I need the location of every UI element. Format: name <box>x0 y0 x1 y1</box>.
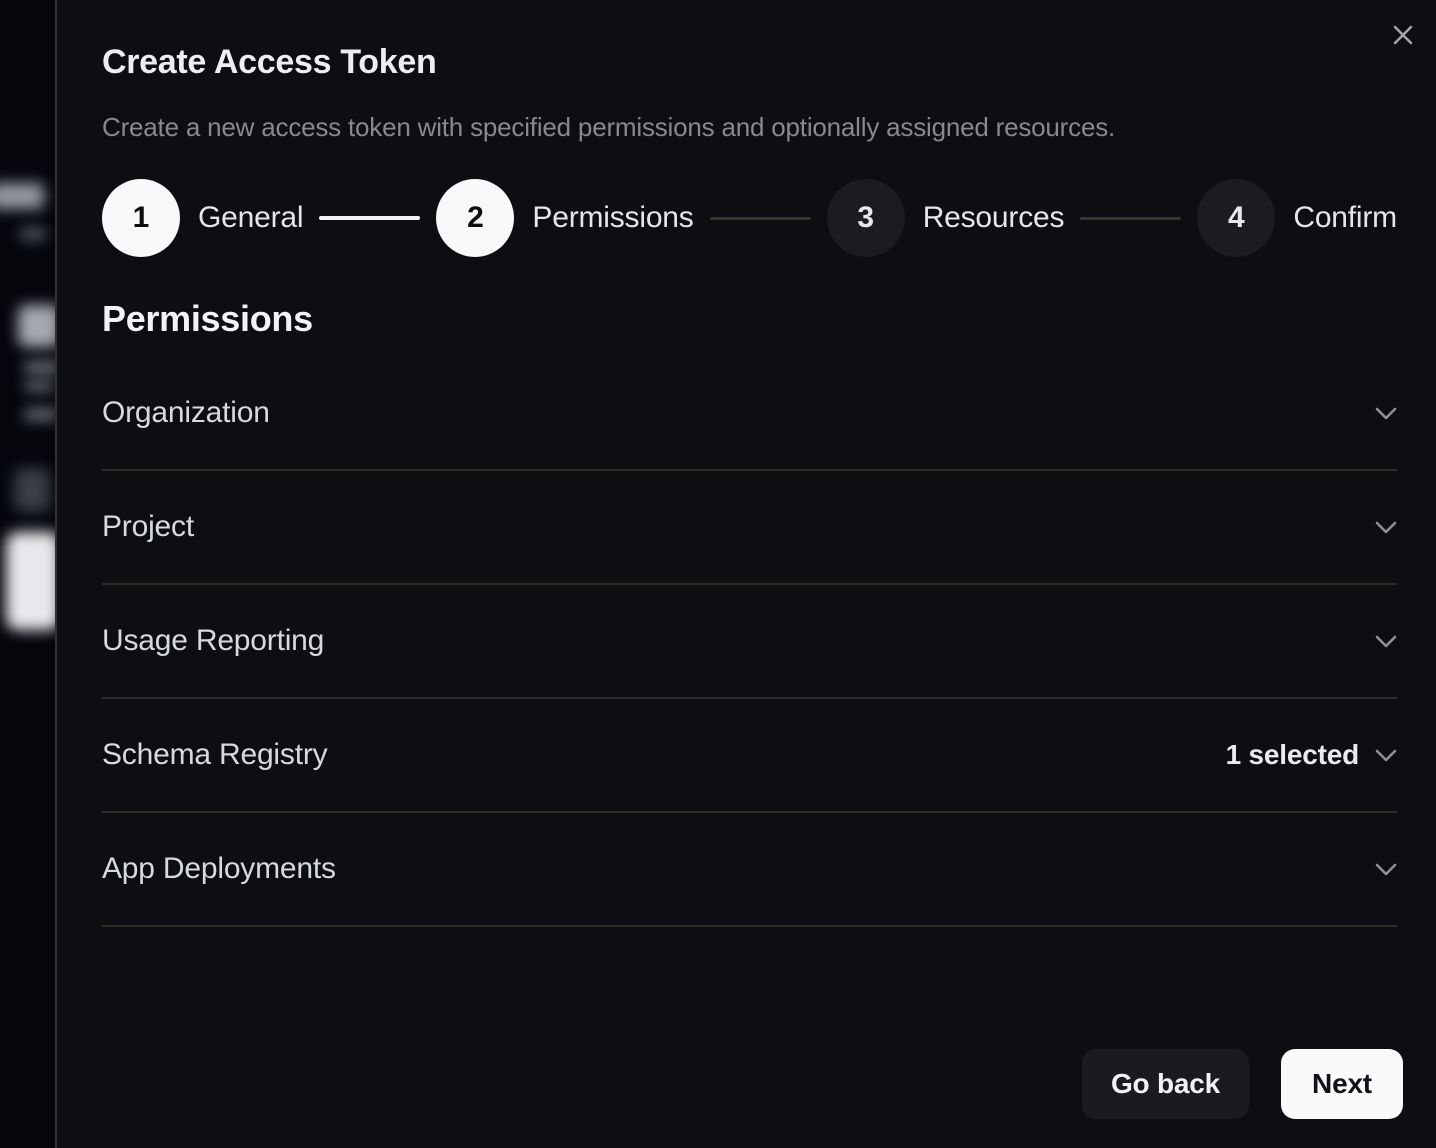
step-label: Permissions <box>532 201 693 235</box>
accordion-label: Organization <box>102 396 270 430</box>
step-resources[interactable]: 3 Resources <box>827 179 1065 257</box>
step-confirm[interactable]: 4 Confirm <box>1197 179 1397 257</box>
chevron-down-icon <box>1375 407 1397 420</box>
step-label: General <box>198 201 303 235</box>
accordion-schema-registry[interactable]: Schema Registry 1 selected <box>102 699 1397 813</box>
step-connector-complete <box>319 216 420 220</box>
permissions-accordion-list: Organization Project Usage Reporting <box>102 357 1397 927</box>
step-general[interactable]: 1 General <box>102 179 303 257</box>
step-permissions[interactable]: 2 Permissions <box>436 179 693 257</box>
accordion-project[interactable]: Project <box>102 471 1397 585</box>
blurred-text-blob <box>0 183 44 209</box>
step-connector-upcoming <box>1080 217 1181 220</box>
blurred-icon-blob <box>14 468 50 512</box>
accordion-label: Project <box>102 510 194 544</box>
step-number-circle: 4 <box>1197 179 1275 257</box>
blurred-text-blob <box>20 228 46 240</box>
next-button[interactable]: Next <box>1281 1049 1403 1119</box>
blurred-icon-blob <box>18 305 55 347</box>
step-number-circle: 2 <box>436 179 514 257</box>
accordion-organization[interactable]: Organization <box>102 357 1397 471</box>
background-page-blurred <box>0 0 55 1148</box>
dialog-subtitle: Create a new access token with specified… <box>102 112 1397 142</box>
accordion-app-deployments[interactable]: App Deployments <box>102 813 1397 927</box>
blurred-text-line <box>24 381 54 391</box>
chevron-down-icon <box>1375 635 1397 648</box>
permissions-heading: Permissions <box>102 301 1397 337</box>
chevron-down-icon <box>1375 863 1397 876</box>
accordion-usage-reporting[interactable]: Usage Reporting <box>102 585 1397 699</box>
selected-count-badge: 1 selected <box>1226 739 1359 771</box>
wizard-stepper: 1 General 2 Permissions 3 Resources 4 Co… <box>102 179 1397 257</box>
accordion-label: App Deployments <box>102 852 336 886</box>
accordion-label: Usage Reporting <box>102 624 324 658</box>
blurred-button-blob <box>6 532 55 630</box>
close-icon <box>1391 23 1415 47</box>
step-label: Resources <box>923 201 1065 235</box>
blurred-text-line <box>24 362 55 373</box>
step-number-circle: 1 <box>102 179 180 257</box>
blurred-text-line <box>24 409 55 420</box>
chevron-down-icon <box>1375 521 1397 534</box>
close-button[interactable] <box>1389 21 1417 49</box>
step-number-circle: 3 <box>827 179 905 257</box>
create-access-token-dialog: Create Access Token Create a new access … <box>55 0 1436 1148</box>
dialog-title: Create Access Token <box>102 42 1397 82</box>
step-label: Confirm <box>1293 201 1397 235</box>
dialog-footer: Go back Next <box>1082 1049 1403 1119</box>
chevron-down-icon <box>1375 749 1397 762</box>
go-back-button[interactable]: Go back <box>1082 1049 1249 1119</box>
accordion-label: Schema Registry <box>102 738 327 772</box>
step-connector-upcoming <box>710 217 811 220</box>
